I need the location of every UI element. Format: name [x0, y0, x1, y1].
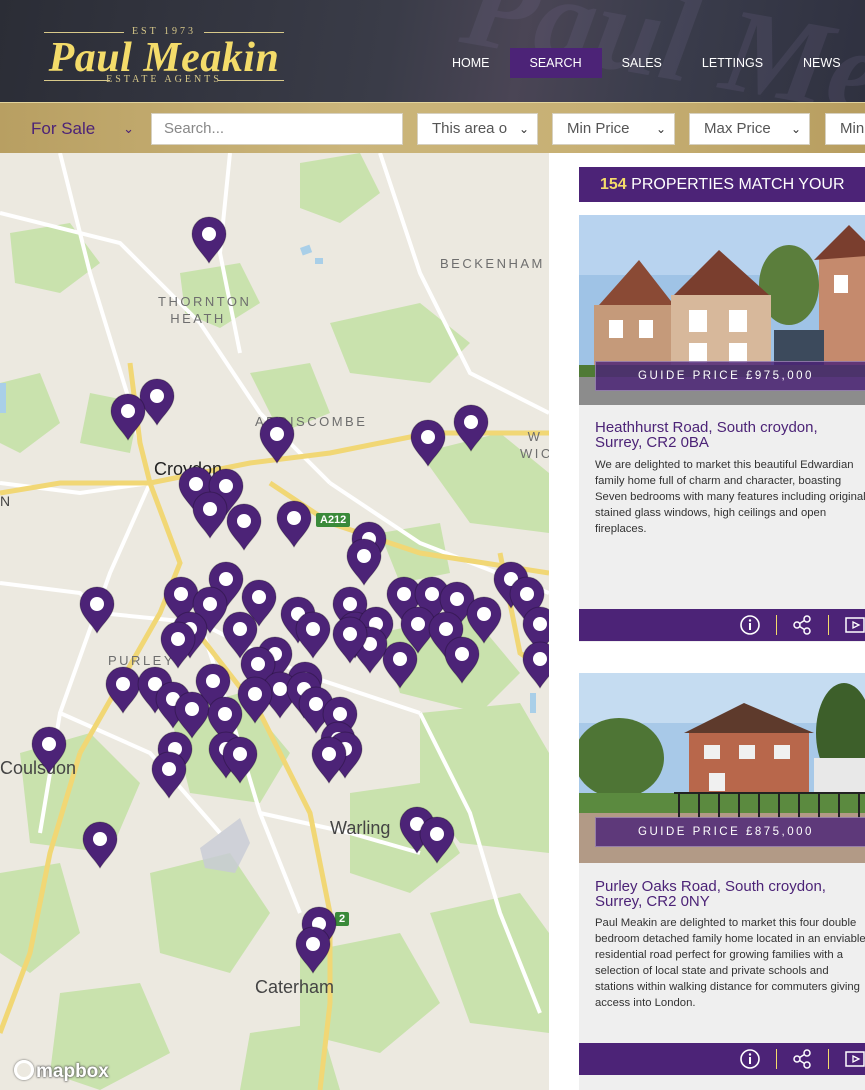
max-price-select[interactable]: Max Price ⌄: [689, 113, 810, 145]
property-map[interactable]: THORNTON HEATH BECKENHAM ADDISCOMBE W WIC …: [0, 153, 549, 1090]
area-select-value: This area o: [432, 120, 508, 137]
property-map-pin[interactable]: [220, 735, 260, 785]
info-icon[interactable]: [739, 614, 761, 636]
property-card[interactable]: GUIDE PRICE £975,000 Heathhurst Road, So…: [579, 215, 865, 642]
min-beds-value: Min: [840, 120, 865, 137]
property-card[interactable]: GUIDE PRICE £875,000 Purley Oaks Road, S…: [579, 673, 865, 1090]
guide-price: GUIDE PRICE £875,000: [595, 817, 865, 847]
main-nav: HOME SEARCH SALES LETTINGS NEWS: [432, 48, 861, 78]
mapbox-attribution[interactable]: mapbox: [14, 1060, 109, 1083]
property-map-pin[interactable]: [330, 615, 370, 665]
search-bar: For Sale ⌄ Search... This area o ⌄ Min P…: [0, 102, 865, 153]
search-input[interactable]: Search...: [151, 113, 403, 145]
property-description: We are delighted to market this beautifu…: [595, 459, 865, 535]
property-map-pin[interactable]: [344, 537, 384, 587]
separator: [828, 615, 829, 635]
share-icon[interactable]: [791, 1048, 813, 1070]
property-map-pin[interactable]: [442, 635, 482, 685]
area-select[interactable]: This area o ⌄: [417, 113, 538, 145]
min-price-value: Min Price: [567, 120, 630, 137]
property-map-pin[interactable]: [408, 418, 448, 468]
max-price-value: Max Price: [704, 120, 771, 137]
place-warlingham: Warling: [330, 818, 391, 838]
property-map-pin[interactable]: [257, 415, 297, 465]
nav-news[interactable]: NEWS: [783, 48, 861, 78]
property-map-pin[interactable]: [29, 725, 69, 775]
chevron-down-icon: ⌄: [514, 114, 529, 144]
property-map-pin[interactable]: [309, 735, 349, 785]
nav-search[interactable]: SEARCH: [509, 48, 602, 78]
share-icon[interactable]: [791, 614, 813, 636]
video-tour-icon[interactable]: [844, 1048, 865, 1070]
sale-type-value: For Sale: [31, 119, 96, 138]
property-map-pin[interactable]: [274, 499, 314, 549]
results-count-banner: 154 PROPERTIES MATCH YOUR: [579, 167, 865, 202]
place-thornton-heath: THORNTON HEATH: [158, 294, 252, 326]
separator: [776, 615, 777, 635]
separator: [828, 1049, 829, 1069]
property-map-pin[interactable]: [158, 620, 198, 670]
property-map-pin[interactable]: [77, 585, 117, 635]
min-beds-select[interactable]: Min: [825, 113, 865, 145]
card-actions-bar: [579, 609, 865, 641]
nav-home[interactable]: HOME: [432, 48, 510, 78]
chevron-down-icon: ⌄: [786, 114, 801, 144]
property-map-pin[interactable]: [149, 750, 189, 800]
nav-lettings[interactable]: LETTINGS: [682, 48, 783, 78]
chevron-down-icon: ⌄: [651, 114, 666, 144]
property-map-pin[interactable]: [80, 820, 120, 870]
property-map-pin[interactable]: [189, 215, 229, 265]
guide-price: GUIDE PRICE £975,000: [595, 361, 865, 391]
property-map-pin[interactable]: [224, 502, 264, 552]
results-panel: 154 PROPERTIES MATCH YOUR GUIDE PRICE £9…: [549, 153, 865, 1090]
results-count-text: PROPERTIES MATCH YOUR: [626, 176, 845, 193]
nav-sales[interactable]: SALES: [602, 48, 682, 78]
info-icon[interactable]: [739, 1048, 761, 1070]
property-map-pin[interactable]: [520, 640, 549, 690]
mapbox-label: mapbox: [36, 1061, 109, 1082]
property-title[interactable]: Heathhurst Road, South croydon, Surrey, …: [595, 420, 865, 450]
video-tour-icon[interactable]: [844, 614, 865, 636]
property-description: Paul Meakin are delighted to market this…: [595, 917, 865, 1009]
site-header: Paul Me EST 1973 Paul Meakin ESTATE AGEN…: [0, 0, 865, 102]
chevron-down-icon: ⌄: [123, 121, 134, 136]
logo-subtitle: ESTATE AGENTS: [44, 74, 284, 85]
separator: [776, 1049, 777, 1069]
property-map-pin[interactable]: [293, 610, 333, 660]
property-map-pin[interactable]: [451, 403, 491, 453]
property-map-pin[interactable]: [108, 392, 148, 442]
place-n: N: [0, 493, 11, 509]
property-map-pin[interactable]: [293, 925, 333, 975]
sale-type-select[interactable]: For Sale ⌄: [18, 115, 142, 143]
min-price-select[interactable]: Min Price ⌄: [552, 113, 675, 145]
place-caterham: Caterham: [255, 977, 335, 997]
road-badge-a212: A212: [316, 513, 351, 527]
mapbox-logo-icon: [14, 1060, 34, 1080]
property-map-pin[interactable]: [235, 675, 275, 725]
place-wickham: W WIC: [520, 429, 549, 461]
place-beckenham: BECKENHAM: [440, 256, 545, 271]
results-count: 154: [600, 176, 627, 193]
property-title[interactable]: Purley Oaks Road, South croydon, Surrey,…: [595, 879, 865, 909]
property-map-pin[interactable]: [417, 815, 457, 865]
card-actions-bar: [579, 1043, 865, 1075]
logo[interactable]: EST 1973 Paul Meakin ESTATE AGENTS: [44, 26, 284, 86]
